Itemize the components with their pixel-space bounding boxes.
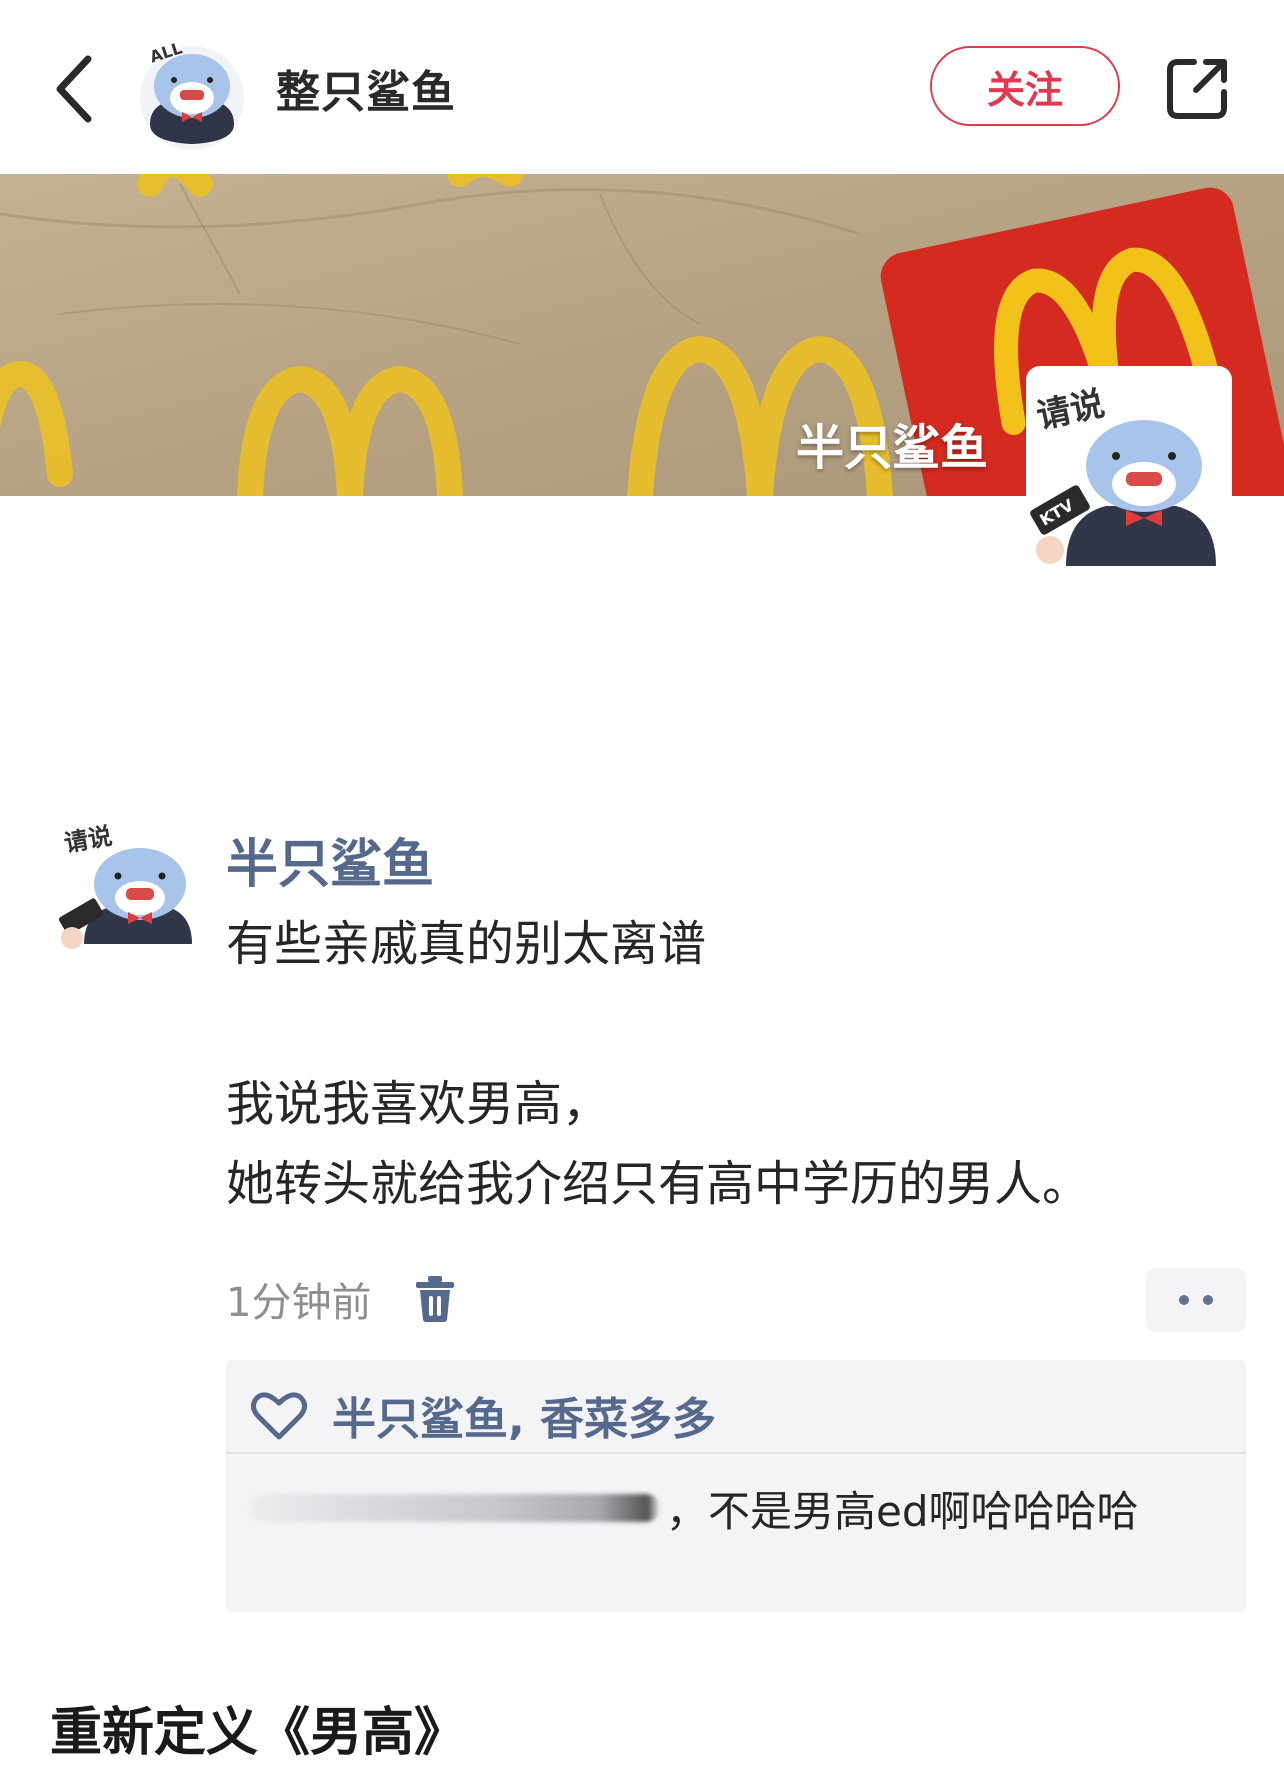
share-icon xyxy=(1167,59,1227,119)
post-line-2: 我说我喜欢男高， xyxy=(226,1076,611,1132)
banner-watermark: 半只鲨鱼 xyxy=(796,420,989,476)
heart-icon[interactable] xyxy=(250,1389,308,1441)
share-button[interactable] xyxy=(1160,50,1236,126)
comment-text: ，不是男高ed啊哈哈哈哈 xyxy=(666,1486,1139,1536)
banner-sticker: 请说 KTV xyxy=(1026,366,1232,572)
more-dots-icon xyxy=(1179,1295,1189,1305)
author-avatar[interactable]: ALL xyxy=(136,38,248,150)
back-arrow-icon xyxy=(56,55,92,123)
post-line-blank xyxy=(226,984,1226,1064)
post-timestamp: 1分钟前 xyxy=(226,1280,372,1326)
top-nav-bar: ALL 整只鲨鱼 关注 xyxy=(0,0,1284,174)
section-heading: 重新定义《男高》 xyxy=(50,1703,467,1763)
post-avatar-caption: 请说 xyxy=(62,822,114,858)
post-line-1: 有些亲戚真的别太离谱 xyxy=(226,916,707,972)
post-author-name[interactable]: 半只鲨鱼 xyxy=(226,822,434,897)
panel-divider xyxy=(226,1452,1246,1454)
comment-row[interactable]: ，不是男高ed啊哈哈哈哈 xyxy=(250,1468,1230,1548)
likes-names[interactable]: 半只鲨鱼, 香菜多多 xyxy=(332,1383,716,1447)
post-content: 有些亲戚真的别太离谱 我说我喜欢男高， 她转头就给我介绍只有高中学历的男人。 xyxy=(226,904,1226,1224)
post-author-avatar[interactable]: 请说 xyxy=(58,812,198,952)
interaction-panel: 半只鲨鱼, 香菜多多 ，不是男高ed啊哈哈哈哈 xyxy=(226,1360,1246,1612)
post-line-3: 她转头就给我介绍只有高中学历的男人。 xyxy=(226,1156,1091,1212)
back-button[interactable] xyxy=(40,44,110,134)
more-options-button[interactable] xyxy=(1146,1268,1246,1332)
trash-icon xyxy=(416,1276,454,1322)
delete-button[interactable] xyxy=(412,1274,458,1324)
page-title: 整只鲨鱼 xyxy=(276,67,456,118)
redacted-commenter xyxy=(250,1494,660,1522)
likes-row: 半只鲨鱼, 香菜多多 xyxy=(250,1380,716,1450)
more-dots-icon-2 xyxy=(1203,1295,1213,1305)
follow-button[interactable]: 关注 xyxy=(930,46,1120,126)
